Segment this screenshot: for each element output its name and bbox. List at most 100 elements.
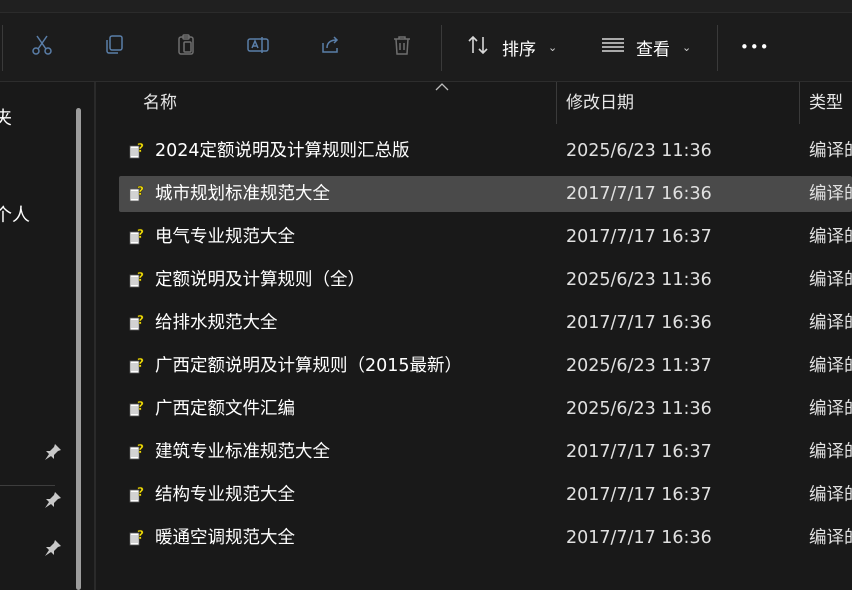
- chevron-down-icon: ⌄: [548, 40, 558, 54]
- file-type: 编译的: [809, 442, 852, 462]
- delete-button[interactable]: [386, 31, 418, 63]
- file-name: 电气专业规范大全: [155, 227, 295, 247]
- pin-icon[interactable]: [44, 443, 62, 461]
- share-button[interactable]: [314, 31, 346, 63]
- svg-text:?: ?: [137, 485, 144, 499]
- svg-text:?: ?: [137, 442, 144, 456]
- file-row[interactable]: ? 定额说明及计算规则（全） 2025/6/23 11:36 编译的: [119, 262, 852, 298]
- chm-help-file-icon: ?: [127, 141, 147, 161]
- sort-label: 排序: [502, 39, 536, 60]
- file-date-modified: 2025/6/23 11:36: [566, 399, 712, 419]
- delete-icon: [390, 33, 414, 61]
- file-type: 编译的: [809, 184, 852, 204]
- cut-icon: [30, 33, 54, 61]
- view-label: 查看: [636, 39, 670, 60]
- column-header-row: 名称 修改日期 类型: [96, 82, 852, 124]
- svg-text:?: ?: [137, 313, 144, 327]
- nav-scrollbar[interactable]: [76, 108, 81, 590]
- file-row[interactable]: ? 广西定额说明及计算规则（2015最新） 2025/6/23 11:37 编译…: [119, 348, 852, 384]
- command-bar: 排序 ⌄ 查看 ⌄ •••: [0, 13, 852, 82]
- chm-help-file-icon: ?: [127, 270, 147, 290]
- window-top-strip: [0, 0, 852, 13]
- copy-button[interactable]: [98, 31, 130, 63]
- file-date-modified: 2017/7/17 16:36: [566, 313, 712, 333]
- file-name: 建筑专业标准规范大全: [155, 442, 330, 462]
- chevron-down-icon: ⌄: [682, 40, 692, 54]
- more-options-button[interactable]: •••: [740, 31, 770, 63]
- file-row-selected[interactable]: ? 城市规划标准规范大全 2017/7/17 16:36 编译的: [119, 176, 852, 212]
- chm-help-file-icon: ?: [127, 184, 147, 204]
- file-row[interactable]: ? 结构专业规范大全 2017/7/17 16:37 编译的: [119, 477, 852, 513]
- chm-help-file-icon: ?: [127, 528, 147, 548]
- svg-text:?: ?: [137, 227, 144, 241]
- svg-text:?: ?: [137, 528, 144, 542]
- nav-item-partial[interactable]: 夹: [0, 104, 12, 130]
- file-date-modified: 2017/7/17 16:36: [566, 528, 712, 548]
- file-date-modified: 2017/7/17 16:37: [566, 227, 712, 247]
- sort-icon: [466, 34, 492, 61]
- file-name: 2024定额说明及计算规则汇总版: [155, 141, 410, 161]
- paste-icon: [174, 33, 198, 61]
- more-icon: •••: [740, 38, 770, 56]
- file-date-modified: 2025/6/23 11:36: [566, 141, 712, 161]
- file-row[interactable]: ? 给排水规范大全 2017/7/17 16:36 编译的: [119, 305, 852, 341]
- pin-icon[interactable]: [44, 491, 62, 509]
- file-name: 城市规划标准规范大全: [155, 184, 330, 204]
- file-name: 广西定额说明及计算规则（2015最新）: [155, 356, 463, 376]
- file-name: 给排水规范大全: [155, 313, 278, 333]
- file-type: 编译的: [809, 141, 852, 161]
- file-name: 定额说明及计算规则（全）: [155, 270, 365, 290]
- file-type: 编译的: [809, 528, 852, 548]
- column-separator[interactable]: [556, 82, 557, 124]
- file-date-modified: 2017/7/17 16:37: [566, 485, 712, 505]
- share-icon: [318, 33, 342, 61]
- toolbar-separator: [441, 25, 442, 71]
- svg-text:?: ?: [137, 270, 144, 284]
- file-type: 编译的: [809, 485, 852, 505]
- file-row[interactable]: ? 2024定额说明及计算规则汇总版 2025/6/23 11:36 编译的: [119, 133, 852, 169]
- rename-button[interactable]: [242, 31, 274, 63]
- file-type: 编译的: [809, 227, 852, 247]
- file-date-modified: 2017/7/17 16:37: [566, 442, 712, 462]
- nav-divider: [0, 485, 55, 486]
- toolbar-separator: [2, 25, 3, 71]
- svg-text:?: ?: [137, 399, 144, 413]
- cut-button[interactable]: [26, 31, 58, 63]
- file-row[interactable]: ? 建筑专业标准规范大全 2017/7/17 16:37 编译的: [119, 434, 852, 470]
- file-type: 编译的: [809, 399, 852, 419]
- toolbar-separator: [717, 25, 718, 71]
- paste-button[interactable]: [170, 31, 202, 63]
- svg-text:?: ?: [137, 184, 144, 198]
- nav-item-partial[interactable]: 个人: [0, 201, 30, 227]
- chm-help-file-icon: ?: [127, 313, 147, 333]
- chm-help-file-icon: ?: [127, 399, 147, 419]
- file-type: 编译的: [809, 313, 852, 333]
- chm-help-file-icon: ?: [127, 442, 147, 462]
- file-name: 广西定额文件汇编: [155, 399, 295, 419]
- chm-help-file-icon: ?: [127, 356, 147, 376]
- svg-text:?: ?: [137, 356, 144, 370]
- file-name: 结构专业规范大全: [155, 485, 295, 505]
- pin-icon[interactable]: [44, 539, 62, 557]
- rename-icon: [246, 33, 270, 61]
- column-header-date-modified[interactable]: 修改日期: [566, 82, 634, 124]
- file-name: 暖通空调规范大全: [155, 528, 295, 548]
- file-date-modified: 2025/6/23 11:36: [566, 270, 712, 290]
- column-header-name[interactable]: 名称: [143, 82, 177, 124]
- file-row[interactable]: ? 广西定额文件汇编 2025/6/23 11:36 编译的: [119, 391, 852, 427]
- chm-help-file-icon: ?: [127, 227, 147, 247]
- column-separator[interactable]: [799, 82, 800, 124]
- file-row[interactable]: ? 暖通空调规范大全 2017/7/17 16:36 编译的: [119, 520, 852, 556]
- file-date-modified: 2017/7/17 16:36: [566, 184, 712, 204]
- file-type: 编译的: [809, 270, 852, 290]
- pane-divider: [94, 82, 96, 590]
- sort-ascending-icon: [435, 83, 449, 91]
- column-header-type[interactable]: 类型: [809, 82, 843, 124]
- file-type: 编译的: [809, 356, 852, 376]
- file-row[interactable]: ? 电气专业规范大全 2017/7/17 16:37 编译的: [119, 219, 852, 255]
- sort-button[interactable]: 排序 ⌄: [466, 31, 557, 63]
- view-button[interactable]: 查看 ⌄: [600, 31, 691, 63]
- file-date-modified: 2025/6/23 11:37: [566, 356, 712, 376]
- chm-help-file-icon: ?: [127, 485, 147, 505]
- copy-icon: [102, 33, 126, 61]
